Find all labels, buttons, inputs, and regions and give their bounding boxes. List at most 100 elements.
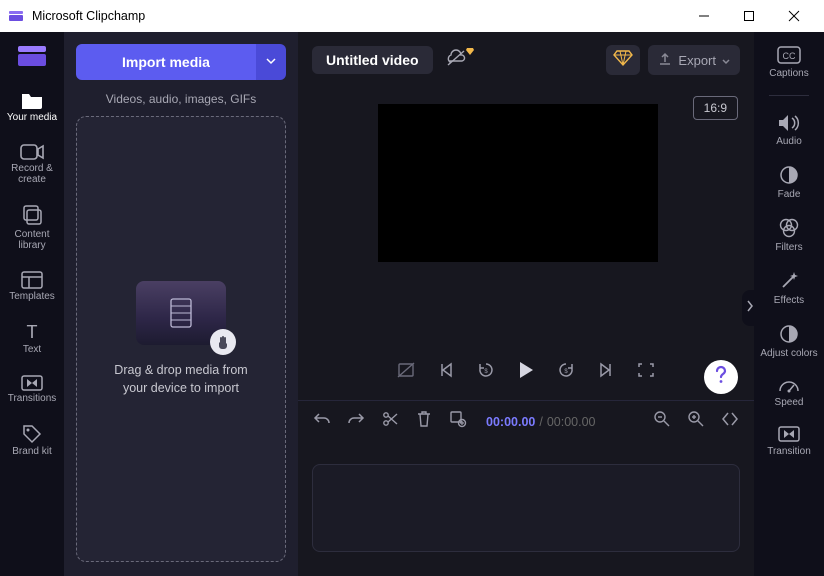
redo-icon [348, 412, 364, 431]
rewind-button[interactable]: $ [474, 360, 498, 384]
aspect-ratio-button[interactable]: 16:9 [693, 96, 738, 120]
collapse-right-panel-button[interactable] [742, 290, 758, 326]
preview-area: 16:9 $ $ [298, 88, 754, 400]
delete-button[interactable] [414, 412, 434, 432]
split-button[interactable] [380, 412, 400, 432]
sidebar-label: Brand kit [12, 446, 51, 457]
panel-label: Filters [775, 242, 802, 253]
filters-icon [778, 218, 800, 241]
crop-toggle-button[interactable] [394, 360, 418, 384]
hand-icon [210, 329, 236, 355]
maximize-button[interactable] [726, 0, 771, 32]
sidebar-label: Templates [9, 291, 55, 302]
cloud-sync-button[interactable] [441, 45, 471, 75]
chevron-down-icon [722, 53, 730, 68]
app-body: Your media Record & create Content libra… [0, 32, 824, 576]
fade-icon [779, 165, 799, 188]
sidebar-your-media[interactable]: Your media [2, 84, 62, 129]
brand-icon [12, 42, 52, 70]
panel-speed[interactable]: Speed [757, 373, 821, 412]
panel-adjust-colors[interactable]: Adjust colors [757, 320, 821, 363]
minimize-button[interactable] [681, 0, 726, 32]
panel-transition[interactable]: Transition [757, 422, 821, 461]
play-button[interactable] [514, 360, 538, 384]
fullscreen-icon [638, 363, 654, 382]
captions-icon: CC [777, 46, 801, 67]
wand-icon [779, 271, 799, 294]
editor-topbar: Untitled video Export [298, 32, 754, 88]
skip-back-icon [439, 363, 453, 382]
titlebar: Microsoft Clipchamp [0, 0, 824, 32]
timeline-track[interactable] [312, 464, 740, 552]
sidebar-label: Transitions [8, 393, 57, 404]
timecode: 00:00.00 / 00:00.00 [486, 415, 596, 429]
sidebar-label: Your media [7, 112, 57, 123]
zoom-fit-button[interactable] [720, 412, 740, 432]
time-total: 00:00.00 [547, 415, 596, 429]
forward-icon: $ [557, 361, 575, 384]
frame-off-icon [397, 362, 415, 383]
sidebar-content-library[interactable]: Content library [2, 199, 62, 257]
svg-text:$: $ [564, 369, 568, 375]
rewind-icon: $ [477, 361, 495, 384]
export-button[interactable]: Export [648, 45, 740, 75]
separator [769, 95, 809, 96]
project-title-input[interactable]: Untitled video [312, 46, 433, 74]
undo-button[interactable] [312, 412, 332, 432]
duplicate-button[interactable] [448, 412, 468, 432]
panel-label: Adjust colors [760, 348, 817, 359]
drop-line2: your device to import [123, 381, 239, 395]
panel-label: Transition [767, 446, 811, 457]
sidebar-text[interactable]: T Text [2, 316, 62, 361]
sidebar-transitions[interactable]: Transitions [2, 369, 62, 410]
panel-captions[interactable]: CC Captions [757, 42, 821, 83]
panel-fade[interactable]: Fade [757, 161, 821, 204]
panel-label: Fade [778, 189, 801, 200]
media-hint: Videos, audio, images, GIFs [76, 92, 286, 106]
import-media-dropdown[interactable] [256, 44, 286, 80]
panel-effects[interactable]: Effects [757, 267, 821, 310]
chevron-down-icon [266, 53, 276, 71]
panel-filters[interactable]: Filters [757, 214, 821, 257]
media-drop-zone[interactable]: Drag & drop media from your device to im… [76, 116, 286, 562]
fullscreen-button[interactable] [634, 360, 658, 384]
timeline-tracks [298, 442, 754, 576]
drop-line1: Drag & drop media from [114, 363, 247, 377]
trash-icon [417, 411, 431, 432]
sidebar-templates[interactable]: Templates [2, 265, 62, 308]
media-panel: Import media Videos, audio, images, GIFs… [64, 32, 298, 576]
filmstrip-icon [168, 299, 194, 332]
forward-button[interactable]: $ [554, 360, 578, 384]
zoom-in-button[interactable] [686, 412, 706, 432]
import-media-label: Import media [122, 54, 210, 70]
play-icon [518, 361, 534, 384]
project-title-text: Untitled video [326, 52, 419, 68]
sidebar-label: Content library [2, 229, 62, 251]
duplicate-icon [450, 411, 466, 432]
skip-start-button[interactable] [434, 360, 458, 384]
zoom-out-button[interactable] [652, 412, 672, 432]
import-media-button[interactable]: Import media [76, 44, 256, 80]
aspect-ratio-label: 16:9 [704, 101, 727, 115]
panel-audio[interactable]: Audio [757, 110, 821, 151]
sidebar-brand-kit[interactable]: Brand kit [2, 418, 62, 463]
svg-text:T: T [27, 322, 38, 342]
upload-icon [658, 52, 672, 69]
upgrade-premium-button[interactable] [606, 45, 640, 75]
close-button[interactable] [771, 0, 816, 32]
sidebar-record-create[interactable]: Record & create [2, 137, 62, 191]
cloud-off-icon [445, 49, 467, 72]
contrast-icon [779, 324, 799, 347]
panel-label: Speed [775, 397, 804, 408]
redo-button[interactable] [346, 412, 366, 432]
library-icon [21, 205, 43, 227]
question-icon [715, 366, 727, 389]
chevron-right-icon [746, 299, 754, 317]
window-title: Microsoft Clipchamp [32, 9, 681, 23]
premium-badge-icon [465, 43, 475, 61]
skip-end-button[interactable] [594, 360, 618, 384]
scissors-icon [382, 411, 398, 432]
video-preview[interactable] [378, 104, 658, 262]
help-button[interactable] [704, 360, 738, 394]
export-label: Export [678, 53, 716, 68]
